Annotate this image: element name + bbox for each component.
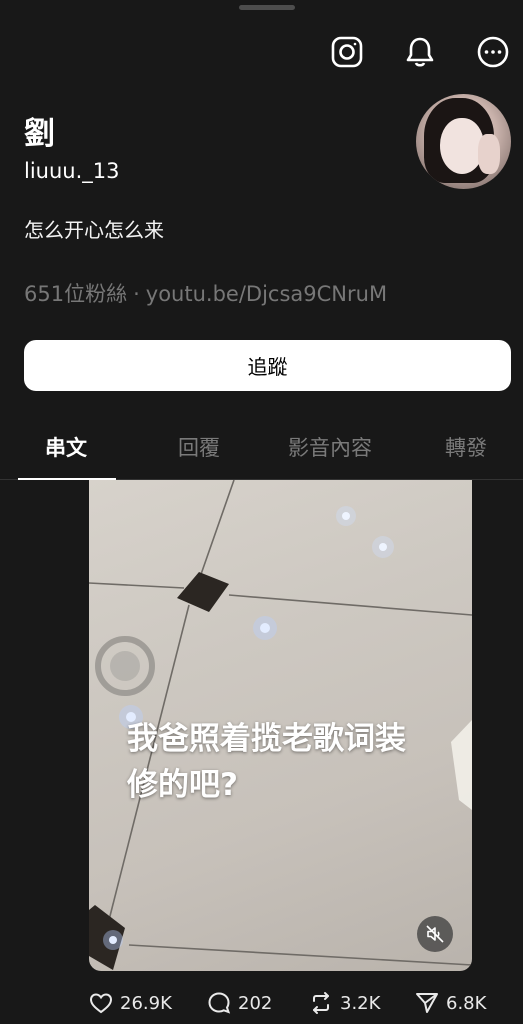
more-icon[interactable] bbox=[475, 34, 511, 70]
like-count: 26.9K bbox=[120, 992, 172, 1014]
muted-speaker-icon bbox=[426, 925, 444, 943]
display-name: 劉 bbox=[24, 116, 55, 152]
profile-page: 劉 liuuu._13 怎么开心怎么来 651位粉絲 · youtu.be/Djcs… bbox=[0, 0, 523, 1024]
instagram-icon[interactable] bbox=[329, 34, 365, 70]
avatar[interactable] bbox=[416, 94, 511, 189]
profile-tabs: 串文 回覆 影音內容 轉發 bbox=[0, 420, 523, 480]
header-actions bbox=[329, 34, 511, 70]
meta-separator: · bbox=[133, 282, 140, 306]
bio: 怎么开心怎么来 bbox=[24, 218, 164, 242]
post-actions: 26.9K 202 3.2K 6.8K bbox=[88, 990, 508, 1024]
bell-icon[interactable] bbox=[402, 34, 438, 70]
repost-count: 3.2K bbox=[340, 992, 381, 1014]
follow-button[interactable]: 追蹤 bbox=[24, 340, 511, 391]
tab-replies[interactable]: 回覆 bbox=[178, 432, 220, 462]
video-caption: 我爸照着揽老歌词装 修的吧? bbox=[127, 716, 467, 808]
send-icon bbox=[416, 993, 438, 1013]
profile-meta: 651位粉絲 · youtu.be/Djcsa9CNruM bbox=[24, 278, 387, 308]
profile-link[interactable]: youtu.be/Djcsa9CNruM bbox=[146, 282, 387, 306]
comment-icon bbox=[208, 992, 231, 1014]
post-video[interactable]: 我爸照着揽老歌词装 修的吧? bbox=[89, 480, 472, 971]
tab-threads[interactable]: 串文 bbox=[45, 432, 87, 462]
like-button[interactable]: 26.9K bbox=[88, 990, 172, 1016]
caption-line-1: 我爸照着揽老歌词装 bbox=[127, 721, 406, 757]
drag-handle[interactable] bbox=[239, 5, 295, 10]
comment-count: 202 bbox=[238, 992, 273, 1014]
mute-button[interactable] bbox=[417, 916, 453, 952]
share-button[interactable]: 6.8K bbox=[414, 990, 486, 1016]
caption-line-2: 修的吧? bbox=[127, 767, 238, 803]
repost-icon bbox=[313, 992, 329, 1014]
username: liuuu._13 bbox=[24, 159, 120, 183]
tab-media[interactable]: 影音內容 bbox=[288, 432, 372, 462]
repost-button[interactable]: 3.2K bbox=[308, 990, 380, 1016]
heart-icon bbox=[89, 993, 113, 1014]
share-count: 6.8K bbox=[446, 992, 487, 1014]
tab-reposts[interactable]: 轉發 bbox=[445, 432, 487, 462]
comment-button[interactable]: 202 bbox=[206, 990, 272, 1016]
followers-count[interactable]: 651位粉絲 bbox=[24, 282, 127, 306]
